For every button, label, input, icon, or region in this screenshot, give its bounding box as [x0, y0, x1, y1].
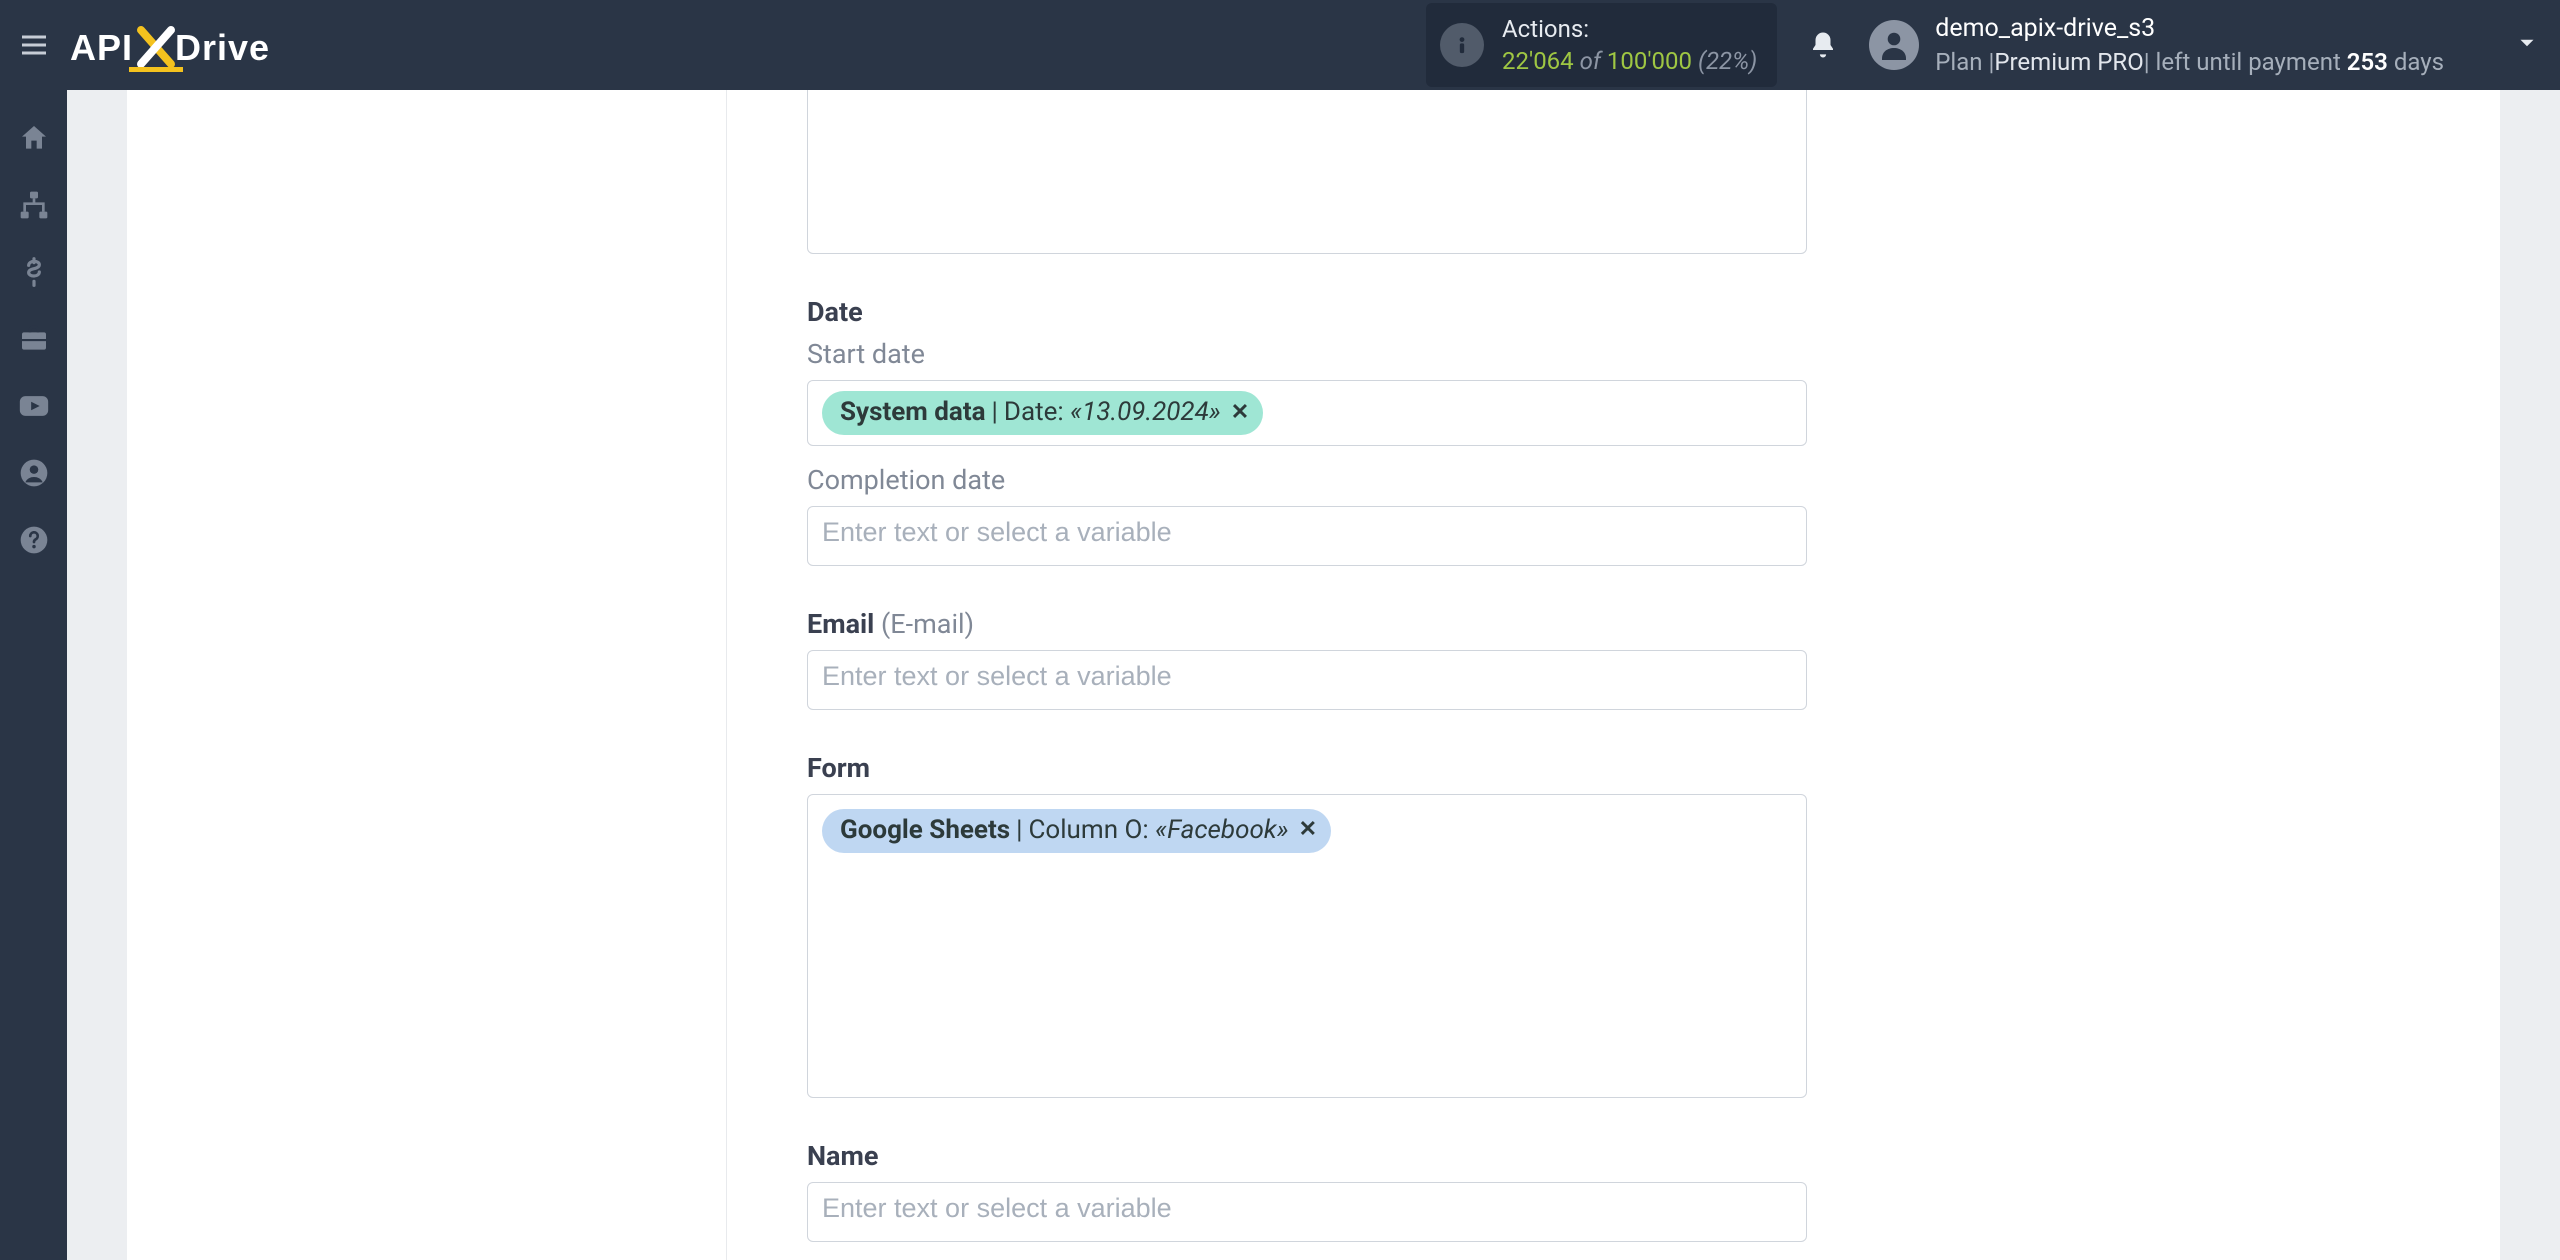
start-date-input[interactable]: System data | Date: «13.09.2024» ✕	[807, 380, 1807, 446]
username: demo_apix-drive_s3	[1935, 12, 2444, 46]
user-text: demo_apix-drive_s3 Plan |Premium PRO| le…	[1935, 12, 2444, 78]
pill-source: System data	[840, 396, 986, 430]
menu-toggle[interactable]	[12, 23, 56, 67]
start-date-label: Start date	[807, 338, 1807, 370]
dollar-icon	[18, 256, 50, 288]
youtube-icon	[17, 389, 51, 423]
sidebar-connections[interactable]	[0, 171, 67, 238]
topbar: API Drive Actions: 22'064 of 100'000 (22…	[0, 0, 2560, 90]
email-subheading: (E-mail)	[881, 608, 974, 640]
actions-used: 22'064	[1502, 47, 1574, 75]
briefcase-icon	[18, 323, 50, 355]
email-field[interactable]	[822, 661, 1792, 692]
hamburger-icon	[18, 29, 50, 61]
actions-of: of	[1580, 47, 1607, 75]
page-canvas: Date Start date System data | Date: «13.…	[127, 90, 2500, 1260]
sidebar-projects[interactable]	[0, 305, 67, 372]
info-icon	[1440, 23, 1484, 67]
question-icon	[18, 524, 50, 556]
date-heading: Date	[807, 296, 1807, 328]
logo-x-icon	[135, 28, 173, 66]
form-variable-pill[interactable]: Google Sheets | Column O: «Facebook» ✕	[822, 809, 1331, 853]
user-icon	[1876, 27, 1912, 63]
actions-text: Actions: 22'064 of 100'000 (22%)	[1502, 13, 1757, 78]
sidebar-home[interactable]	[0, 104, 67, 171]
sidebar-help[interactable]	[0, 506, 67, 573]
sitemap-icon	[18, 189, 50, 221]
chevron-down-icon	[2514, 30, 2540, 56]
plan-line: Plan |Premium PRO| left until payment 25…	[1935, 46, 2444, 78]
logo-right: Drive	[175, 27, 270, 69]
pill-remove[interactable]: ✕	[1231, 399, 1249, 428]
completion-date-field[interactable]	[822, 517, 1792, 548]
pill-value: «Facebook»	[1155, 814, 1288, 848]
user-circle-icon	[18, 457, 50, 489]
notifications-button[interactable]	[1803, 25, 1843, 65]
avatar	[1869, 20, 1919, 70]
bell-icon	[1808, 30, 1838, 60]
email-heading: Email (E-mail)	[807, 608, 1807, 640]
pill-field: Date:	[1004, 396, 1064, 430]
logo-left: API	[70, 27, 133, 69]
sidebar	[0, 90, 67, 1260]
prev-textarea[interactable]	[807, 90, 1807, 254]
name-heading: Name	[807, 1140, 1807, 1172]
actions-counter[interactable]: Actions: 22'064 of 100'000 (22%)	[1426, 3, 1777, 88]
actions-label: Actions:	[1502, 13, 1757, 45]
home-icon	[18, 122, 50, 154]
user-menu-toggle[interactable]	[2514, 30, 2540, 60]
main: Date Start date System data | Date: «13.…	[67, 90, 2560, 1260]
name-field[interactable]	[822, 1193, 1792, 1224]
name-input[interactable]	[807, 1182, 1807, 1242]
sidebar-account[interactable]	[0, 439, 67, 506]
pill-remove[interactable]: ✕	[1299, 816, 1317, 845]
sidebar-billing[interactable]	[0, 238, 67, 305]
start-date-variable-pill[interactable]: System data | Date: «13.09.2024» ✕	[822, 391, 1263, 435]
form-input[interactable]: Google Sheets | Column O: «Facebook» ✕	[807, 794, 1807, 1098]
sidebar-video[interactable]	[0, 372, 67, 439]
pill-field: Column O:	[1028, 814, 1148, 848]
email-input[interactable]	[807, 650, 1807, 710]
actions-total: 100'000	[1607, 47, 1692, 75]
left-column	[127, 90, 727, 1260]
completion-date-label: Completion date	[807, 464, 1807, 496]
pill-value: «13.09.2024»	[1070, 396, 1221, 430]
pill-source: Google Sheets	[840, 814, 1010, 848]
user-menu[interactable]: demo_apix-drive_s3 Plan |Premium PRO| le…	[1869, 12, 2540, 78]
form-heading: Form	[807, 752, 1807, 784]
completion-date-input[interactable]	[807, 506, 1807, 566]
actions-pct: (22%)	[1698, 47, 1757, 75]
logo[interactable]: API Drive	[70, 22, 270, 69]
form-area: Date Start date System data | Date: «13.…	[807, 90, 1807, 1260]
